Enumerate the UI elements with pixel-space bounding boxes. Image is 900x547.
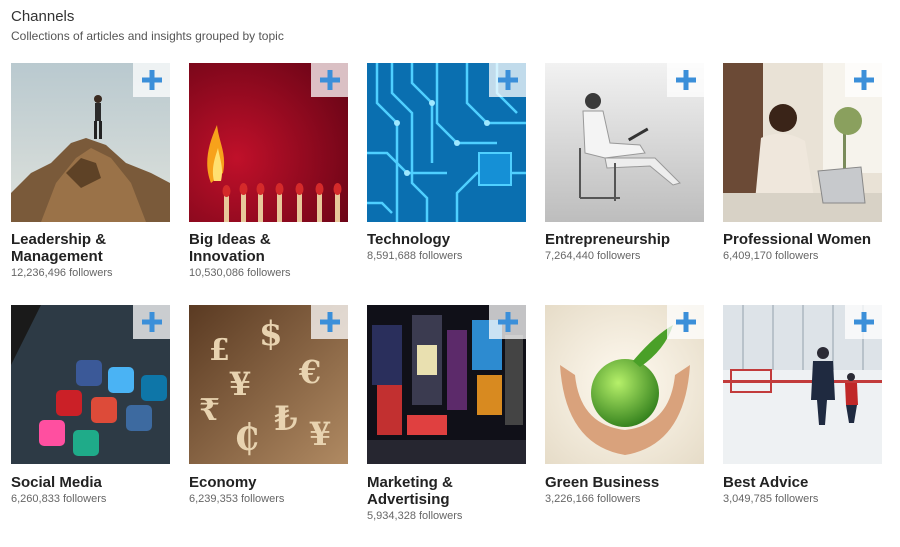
plus-icon <box>497 312 518 332</box>
svg-text:€: € <box>298 353 321 391</box>
follow-button[interactable] <box>133 305 170 339</box>
channel-image-professional-women[interactable] <box>723 63 882 222</box>
follow-button[interactable] <box>489 63 526 97</box>
channel-card-green-business[interactable]: Green Business 3,226,166 followers <box>545 305 704 547</box>
follower-count: 12,236,496 followers <box>11 267 113 279</box>
plus-icon <box>675 70 696 90</box>
follow-button[interactable] <box>133 63 170 97</box>
channel-image-technology[interactable] <box>367 63 526 222</box>
channel-grid: Leadership & Management 12,236,496 follo… <box>11 63 882 547</box>
follower-count: 8,591,688 followers <box>367 250 463 262</box>
channel-card-leadership[interactable]: Leadership & Management 12,236,496 follo… <box>11 63 170 305</box>
svg-text:₹: ₹ <box>199 393 220 428</box>
channel-name[interactable]: Professional Women <box>723 231 882 248</box>
follow-button[interactable] <box>311 305 348 339</box>
channel-card-social-media[interactable]: Social Media 6,260,833 followers <box>11 305 170 547</box>
channel-name[interactable]: Social Media <box>11 474 170 491</box>
channel-name[interactable]: Economy <box>189 474 348 491</box>
channel-name[interactable]: Green Business <box>545 474 704 491</box>
channel-name[interactable]: Big Ideas & Innovation <box>189 231 348 265</box>
plus-icon <box>675 312 696 332</box>
channel-image-leadership[interactable] <box>11 63 170 222</box>
page-subtitle: Collections of articles and insights gro… <box>11 29 284 43</box>
channel-card-marketing[interactable]: Marketing & Advertising 5,934,328 follow… <box>367 305 526 547</box>
channel-name[interactable]: Best Advice <box>723 474 882 491</box>
svg-text:¥: ¥ <box>229 365 251 403</box>
follower-count: 3,049,785 followers <box>723 493 819 505</box>
channel-name[interactable]: Marketing & Advertising <box>367 474 526 508</box>
svg-text:$: $ <box>259 314 283 354</box>
channel-card-big-ideas[interactable]: Big Ideas & Innovation 10,530,086 follow… <box>189 63 348 305</box>
follower-count: 5,934,328 followers <box>367 510 463 522</box>
follower-count: 6,409,170 followers <box>723 250 819 262</box>
channel-card-entrepreneurship[interactable]: Entrepreneurship 7,264,440 followers <box>545 63 704 305</box>
channel-card-technology[interactable]: Technology 8,591,688 followers <box>367 63 526 305</box>
channel-name[interactable]: Leadership & Management <box>11 231 170 265</box>
follow-button[interactable] <box>667 63 704 97</box>
follower-count: 6,239,353 followers <box>189 493 285 505</box>
channel-card-economy[interactable]: $ £ ¥ € ₹ ₵ ₺ ¥ Economy 6,239,353 follow… <box>189 305 348 547</box>
svg-text:£: £ <box>209 333 230 368</box>
follow-button[interactable] <box>845 63 882 97</box>
channel-image-social-media[interactable] <box>11 305 170 464</box>
channel-image-big-ideas[interactable] <box>189 63 348 222</box>
follow-button[interactable] <box>489 305 526 339</box>
channel-name[interactable]: Entrepreneurship <box>545 231 704 248</box>
plus-icon <box>319 312 340 332</box>
channel-card-professional-women[interactable]: Professional Women 6,409,170 followers <box>723 63 882 305</box>
channel-name[interactable]: Technology <box>367 231 526 248</box>
channel-image-economy[interactable]: $ £ ¥ € ₹ ₵ ₺ ¥ <box>189 305 348 464</box>
svg-text:₺: ₺ <box>274 399 298 439</box>
follower-count: 3,226,166 followers <box>545 493 641 505</box>
svg-text:₵: ₵ <box>234 417 259 459</box>
plus-icon <box>497 70 518 90</box>
plus-icon <box>853 312 874 332</box>
follower-count: 6,260,833 followers <box>11 493 107 505</box>
follower-count: 7,264,440 followers <box>545 250 641 262</box>
plus-icon <box>141 70 162 90</box>
channel-image-green-business[interactable] <box>545 305 704 464</box>
channel-image-best-advice[interactable] <box>723 305 882 464</box>
svg-text:¥: ¥ <box>309 415 331 453</box>
plus-icon <box>319 70 340 90</box>
page-header: Channels Collections of articles and ins… <box>11 8 284 43</box>
channel-image-marketing[interactable] <box>367 305 526 464</box>
follow-button[interactable] <box>311 63 348 97</box>
plus-icon <box>853 70 874 90</box>
follow-button[interactable] <box>845 305 882 339</box>
follower-count: 10,530,086 followers <box>189 267 291 279</box>
plus-icon <box>141 312 162 332</box>
channel-image-entrepreneurship[interactable] <box>545 63 704 222</box>
page-title: Channels <box>11 8 75 25</box>
channel-card-best-advice[interactable]: Best Advice 3,049,785 followers <box>723 305 882 547</box>
follow-button[interactable] <box>667 305 704 339</box>
